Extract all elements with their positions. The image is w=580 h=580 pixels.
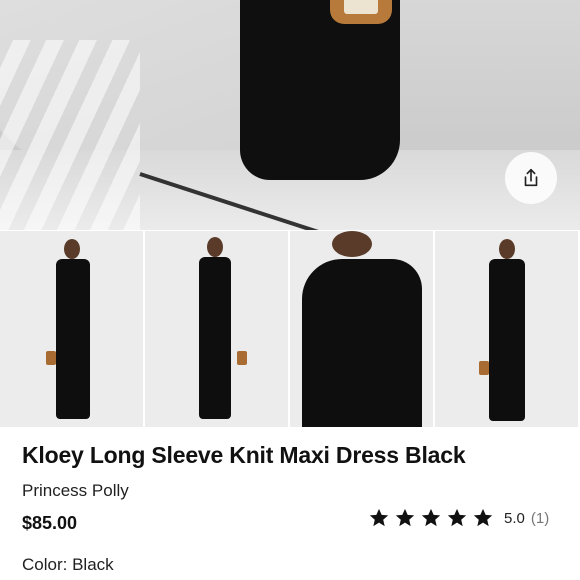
star-icon	[395, 508, 415, 527]
star-icon	[369, 508, 389, 527]
share-icon	[524, 168, 538, 187]
thumbnail-front[interactable]	[0, 231, 143, 427]
thumb-figure-dress	[302, 259, 422, 427]
thumb-figure-head	[207, 237, 223, 257]
thumb-figure-bag	[479, 361, 489, 375]
rating-value: 5.0	[504, 509, 525, 527]
star-icon	[447, 508, 467, 527]
product-hero-image[interactable]	[0, 0, 580, 230]
thumbnail-side[interactable]	[145, 231, 288, 427]
rating-stars	[368, 507, 494, 529]
color-label: Color:	[22, 555, 68, 574]
product-price: $85.00	[22, 513, 78, 533]
hero-dress	[240, 0, 400, 180]
thumbnail-front-full[interactable]	[435, 231, 578, 427]
thumb-figure-head	[499, 239, 515, 259]
thumb-figure-dress	[199, 257, 231, 419]
thumb-figure-head	[64, 239, 80, 259]
hero-light	[0, 40, 140, 230]
thumb-figure-dress	[56, 259, 90, 419]
star-icon	[421, 508, 441, 527]
product-brand[interactable]: Princess Polly	[22, 481, 129, 501]
color-selection: Color: Black	[22, 555, 114, 575]
thumb-figure-dress	[489, 259, 525, 421]
star-icon	[473, 508, 493, 527]
thumbnail-closeup[interactable]	[290, 231, 433, 427]
share-button[interactable]	[505, 152, 557, 204]
hero-bag	[330, 0, 392, 24]
color-value: Black	[72, 555, 114, 574]
product-rating[interactable]: 5.0 (1)	[368, 506, 549, 530]
rating-count[interactable]: (1)	[531, 510, 549, 527]
thumb-figure-head	[332, 231, 372, 257]
thumb-figure-bag	[237, 351, 247, 365]
product-title: Kloey Long Sleeve Knit Maxi Dress Black	[22, 442, 466, 468]
thumb-figure-bag	[46, 351, 56, 365]
thumbnail-strip	[0, 231, 580, 427]
